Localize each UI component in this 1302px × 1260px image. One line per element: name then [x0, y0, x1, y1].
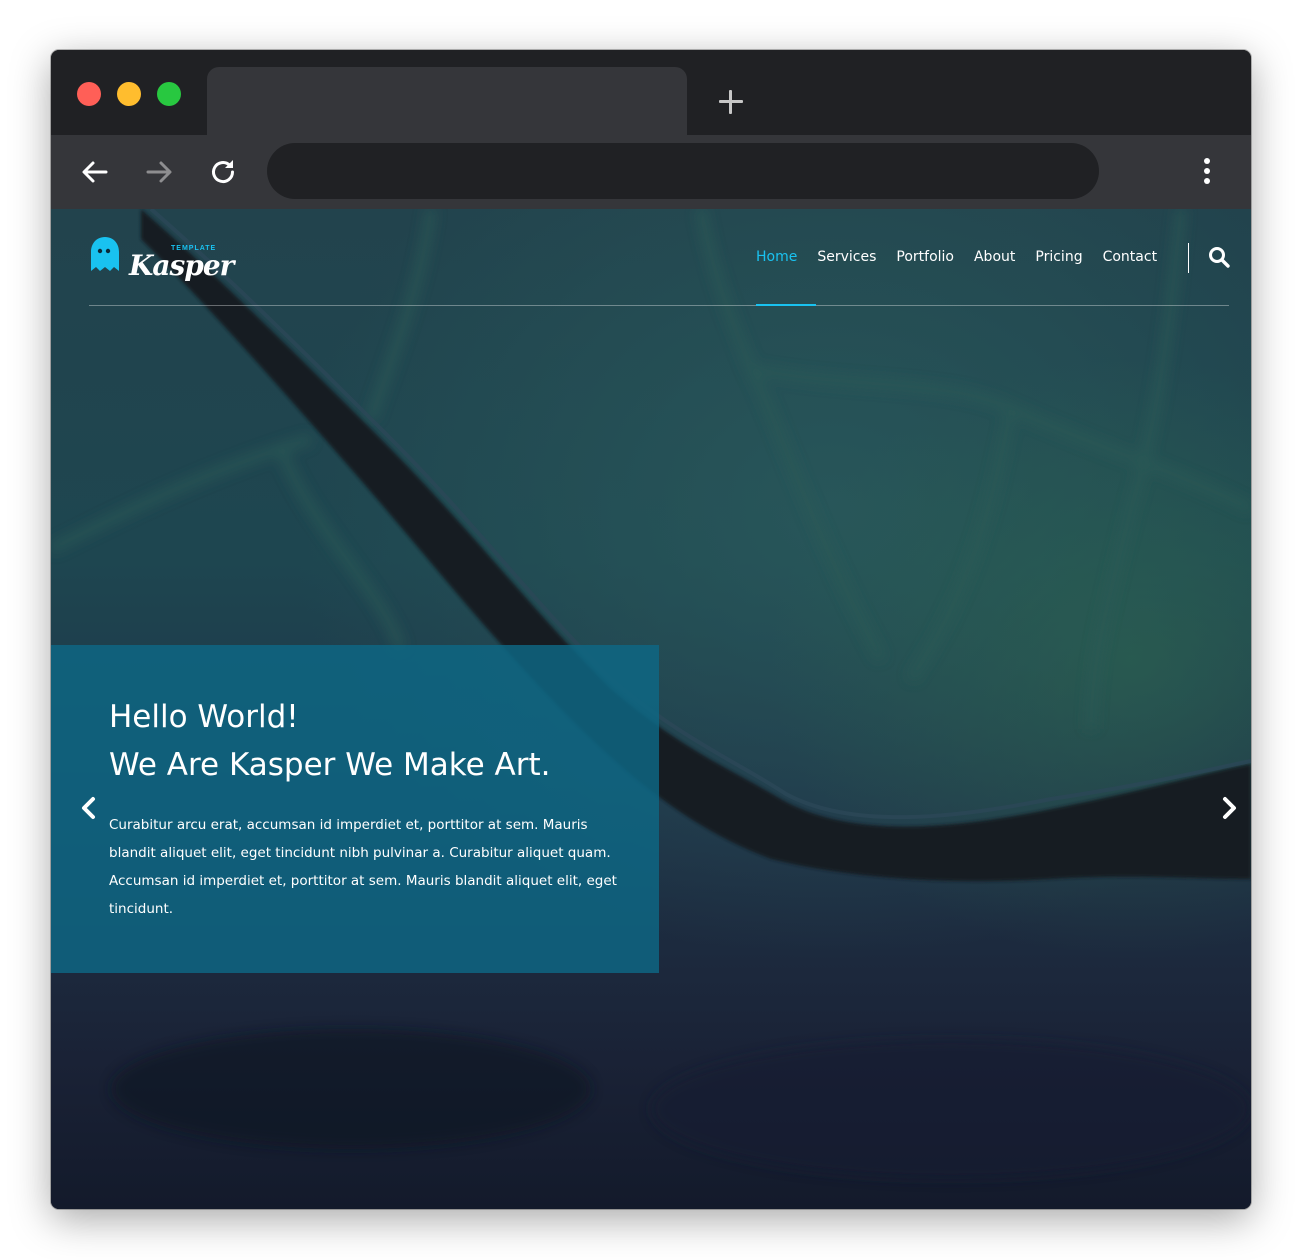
maximize-window-button[interactable] — [157, 82, 181, 106]
minimize-window-button[interactable] — [117, 82, 141, 106]
nav-item-about[interactable]: About — [974, 247, 1015, 269]
nav-item-services[interactable]: Services — [817, 247, 876, 269]
ghost-icon — [91, 237, 119, 271]
slider-prev-icon[interactable] — [79, 796, 99, 820]
hero-description: Curabitur arcu erat, accumsan id imperdi… — [109, 817, 617, 917]
nav-item-portfolio[interactable]: Portfolio — [896, 247, 954, 269]
nav-item-pricing[interactable]: Pricing — [1035, 247, 1082, 269]
active-nav-indicator — [756, 304, 816, 306]
browser-toolbar — [51, 135, 1251, 209]
arrow-right-icon[interactable] — [142, 155, 176, 189]
reload-icon[interactable] — [206, 155, 240, 189]
page-viewport: TEMPLATE Kasper Home Services Portfolio … — [51, 209, 1251, 1209]
site-logo[interactable]: TEMPLATE Kasper — [89, 235, 234, 282]
hero-caption: Hello World! We Are Kasper We Make Art. … — [51, 645, 659, 973]
hero-title-line1: Hello World! — [109, 699, 299, 735]
search-icon[interactable] — [1207, 245, 1231, 269]
logo-wordmark: Kasper — [129, 249, 234, 282]
vertical-dots-icon[interactable] — [1197, 157, 1217, 187]
close-window-button[interactable] — [77, 82, 101, 106]
arrow-left-icon[interactable] — [78, 155, 112, 189]
plus-icon[interactable] — [715, 86, 747, 118]
browser-window: TEMPLATE Kasper Home Services Portfolio … — [51, 50, 1251, 1209]
nav-divider — [1188, 243, 1189, 273]
browser-tab[interactable] — [207, 67, 687, 135]
hero-title-line2: We Are Kasper We Make Art. — [109, 747, 551, 783]
slider-next-icon[interactable] — [1219, 796, 1239, 820]
nav-item-home[interactable]: Home — [756, 247, 797, 269]
nav-item-contact[interactable]: Contact — [1103, 247, 1157, 269]
main-nav: Home Services Portfolio About Pricing Co… — [756, 247, 1177, 269]
tab-strip — [51, 50, 1251, 135]
hero-title: Hello World! We Are Kasper We Make Art. — [109, 693, 629, 789]
address-bar[interactable] — [267, 143, 1099, 199]
header-divider — [89, 305, 1229, 306]
